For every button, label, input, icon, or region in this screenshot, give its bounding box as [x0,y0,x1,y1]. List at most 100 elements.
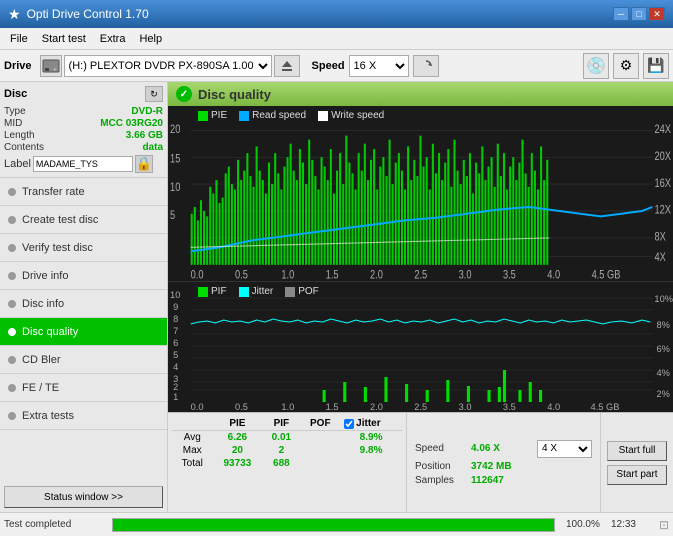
speed-select[interactable]: 16 X [349,55,409,77]
content-header: ✓ Disc quality [168,82,673,106]
menu-bar: File Start test Extra Help [0,28,673,50]
pof-color-box [285,287,295,297]
disc-mid-key: MID [4,118,22,129]
drive-icon [40,55,62,77]
nav-icon-cd-bler [8,356,16,364]
svg-text:10%: 10% [654,294,673,304]
svg-text:0.5: 0.5 [235,402,248,412]
save-icon-btn[interactable]: 💾 [643,53,669,79]
speed-row: Speed 4.06 X 4 X [415,440,592,458]
disc-info-panel: Disc ↻ Type DVD-R MID MCC 03RG20 Length … [0,82,167,178]
speed-dropdown[interactable]: 4 X [537,440,592,458]
status-window-button[interactable]: Status window >> [4,486,163,508]
sidebar-label-drive-info: Drive info [22,270,68,282]
position-key: Position [415,461,465,472]
sidebar-item-cd-bler[interactable]: CD Bler [0,346,167,374]
stats-header-jitter: Jitter [340,417,402,431]
sidebar-label-verify-test-disc: Verify test disc [22,242,93,254]
stats-table: PIE PIF POF Jitter [172,417,402,470]
nav-icon-drive-info [8,272,16,280]
menu-start-test[interactable]: Start test [36,31,92,47]
jitter-checkbox[interactable] [344,419,354,429]
menu-extra[interactable]: Extra [94,31,132,47]
stats-section: PIE PIF POF Jitter [168,412,673,512]
nav-icon-verify-test-disc [8,244,16,252]
refresh-button[interactable] [413,55,439,77]
nav-icon-extra-tests [8,412,16,420]
svg-text:1.5: 1.5 [326,402,339,412]
stats-max-label: Max [172,444,212,457]
sidebar-item-disc-info[interactable]: Disc info [0,290,167,318]
svg-text:10: 10 [170,290,180,300]
svg-text:2.0: 2.0 [370,268,383,281]
sidebar-label-disc-info: Disc info [22,298,64,310]
progress-bar-fill [113,519,554,531]
disc-length-val: 3.66 GB [126,130,163,141]
write-color-box [318,111,328,121]
sidebar-item-drive-info[interactable]: Drive info [0,262,167,290]
pie-chart-svg: 20 15 10 5 24X 20X 16X 12X 8X 4X 0.0 [168,106,673,281]
svg-text:2.0: 2.0 [370,402,383,412]
disc-quality-icon: ✓ [176,86,192,102]
stats-total-label: Total [172,457,212,470]
disc-label-input[interactable] [33,156,133,172]
svg-text:2%: 2% [657,389,670,399]
pie-color-box [198,111,208,121]
svg-text:16X: 16X [654,177,670,190]
disc-refresh-button[interactable]: ↻ [145,86,163,102]
svg-text:4.5 GB: 4.5 GB [591,402,620,412]
position-val: 3742 MB [471,461,531,472]
drive-select-wrap: (H:) PLEXTOR DVDR PX-890SA 1.00 [40,55,300,77]
svg-text:7: 7 [173,326,178,336]
stats-left: PIE PIF POF Jitter [168,413,406,512]
start-part-button[interactable]: Start part [607,465,667,485]
pif-legend: PIF Jitter POF [198,286,319,297]
sidebar-item-fe-te[interactable]: FE / TE [0,374,167,402]
sidebar-item-transfer-rate[interactable]: Transfer rate [0,178,167,206]
stats-avg-pif: 0.01 [262,431,300,445]
settings-icon-btn[interactable]: ⚙ [613,53,639,79]
quality-icon-btn[interactable]: 💿 [583,53,609,79]
resize-handle[interactable]: ⊡ [659,518,669,532]
maximize-button[interactable]: □ [631,7,647,21]
app-title: Opti Drive Control 1.70 [27,7,149,21]
pif-chart-area: PIF Jitter POF 10 9 8 7 6 5 [168,282,673,412]
svg-text:20: 20 [170,123,180,136]
position-row: Position 3742 MB [415,461,592,472]
nav-icon-disc-quality [8,328,16,336]
app-icon: ★ [8,6,21,23]
menu-file[interactable]: File [4,31,34,47]
stats-middle: Speed 4.06 X 4 X Position 3742 MB Sample… [406,413,601,512]
jitter-legend-label: Jitter [252,286,274,297]
jitter-check-wrap: Jitter [344,418,398,429]
sidebar-item-create-test-disc[interactable]: Create test disc [0,206,167,234]
pof-legend-label: POF [298,286,319,297]
svg-text:15: 15 [170,152,180,165]
drive-eject-button[interactable] [274,55,300,77]
sidebar-item-extra-tests[interactable]: Extra tests [0,402,167,430]
drive-select[interactable]: (H:) PLEXTOR DVDR PX-890SA 1.00 [64,55,272,77]
title-bar: ★ Opti Drive Control 1.70 ─ □ ✕ [0,0,673,28]
nav-icon-disc-info [8,300,16,308]
main-content: Disc ↻ Type DVD-R MID MCC 03RG20 Length … [0,82,673,512]
status-time: 12:33 [611,519,651,530]
close-button[interactable]: ✕ [649,7,665,21]
start-full-button[interactable]: Start full [607,441,667,461]
minimize-button[interactable]: ─ [613,7,629,21]
drive-label: Drive [4,60,32,72]
stats-total-pif: 688 [262,457,300,470]
disc-label-icon-btn[interactable]: 🔒 [135,155,153,173]
sidebar-item-disc-quality[interactable]: Disc quality [0,318,167,346]
write-legend-label: Write speed [331,110,384,121]
speed-key: Speed [415,443,465,454]
status-text: Test completed [4,519,104,530]
sidebar-item-verify-test-disc[interactable]: Verify test disc [0,234,167,262]
sidebar-label-create-test-disc: Create test disc [22,214,98,226]
svg-text:2: 2 [173,382,178,392]
menu-help[interactable]: Help [133,31,168,47]
samples-val: 112647 [471,475,531,486]
sidebar: Disc ↻ Type DVD-R MID MCC 03RG20 Length … [0,82,168,512]
svg-text:2.5: 2.5 [414,402,427,412]
read-color-box [239,111,249,121]
disc-mid-val: MCC 03RG20 [100,118,163,129]
